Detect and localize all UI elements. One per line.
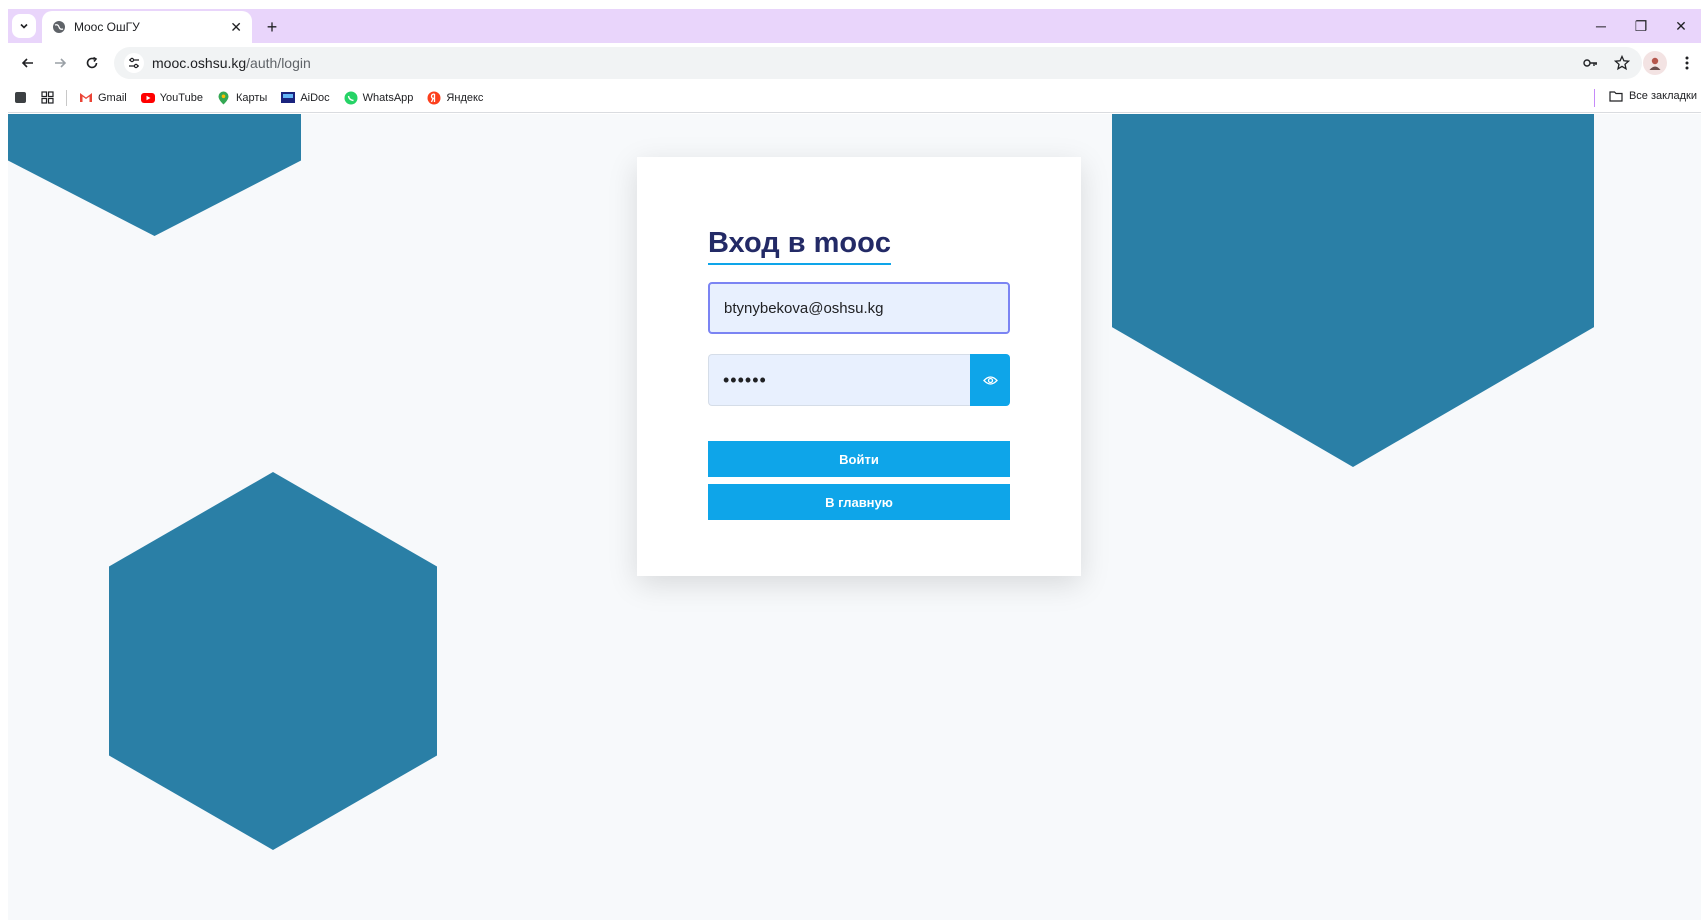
close-window-button[interactable]: ✕	[1661, 9, 1701, 43]
gmail-icon	[79, 91, 93, 105]
all-bookmarks-label: Все закладки	[1628, 90, 1697, 102]
address-bar[interactable]: mooc.oshsu.kg/auth/login	[114, 47, 1642, 79]
chevron-down-icon	[20, 23, 28, 29]
hexagon-decoration-right	[1112, 114, 1594, 467]
reload-button[interactable]	[80, 51, 104, 75]
bookmark-label: AiDoc	[300, 91, 330, 104]
whatsapp-icon	[344, 91, 358, 105]
tab-search-button[interactable]	[12, 14, 36, 38]
login-title: Вход в mooc	[708, 227, 891, 265]
url-host: mooc.oshsu.kg	[152, 55, 247, 71]
minimize-button[interactable]: ─	[1581, 9, 1621, 43]
bookmarks-bar: Gmail YouTube Карты AiDoc WhatsApp Яндек…	[8, 83, 1701, 113]
aidoc-icon	[281, 91, 296, 105]
password-key-icon[interactable]	[1580, 53, 1600, 73]
arrow-right-icon	[55, 58, 67, 68]
password-field	[708, 354, 1010, 406]
bookmark-youtube[interactable]: YouTube	[140, 91, 203, 105]
browser-menu-button[interactable]	[1677, 51, 1697, 75]
maps-icon	[217, 91, 231, 105]
yandex-icon	[427, 91, 441, 105]
toggle-password-visibility-button[interactable]	[970, 354, 1010, 406]
bookmark-maps[interactable]: Карты	[217, 91, 267, 105]
eye-icon	[982, 375, 998, 385]
password-input[interactable]	[708, 354, 970, 406]
avatar-icon	[1649, 57, 1661, 70]
tab-title: Mooc ОшГУ	[74, 20, 140, 34]
forward-button[interactable]	[48, 51, 72, 75]
bookmark-label: Карты	[235, 91, 268, 104]
hexagon-decoration-bottom-left	[109, 472, 437, 850]
bookmark-label: Яндекс	[446, 91, 484, 104]
login-card: Вход в mooc Войти В главную	[637, 157, 1081, 576]
site-info-button[interactable]	[124, 53, 144, 73]
all-bookmarks-divider	[1594, 89, 1595, 107]
square-icon	[15, 92, 26, 103]
bookmark-label: WhatsApp	[362, 91, 414, 104]
new-tab-button[interactable]: +	[260, 15, 284, 39]
bookmark-label: Gmail	[98, 91, 127, 104]
bookmarks-divider	[66, 89, 67, 106]
page-content: Вход в mooc Войти В главную	[8, 114, 1701, 920]
folder-icon	[1609, 91, 1623, 102]
apps-grid-icon	[41, 91, 54, 104]
bookmark-whatsapp[interactable]: WhatsApp	[344, 91, 414, 105]
browser-toolbar: mooc.oshsu.kg/auth/login	[8, 43, 1701, 83]
tab-strip: Mooc ОшГУ ✕ + ─ ❐ ✕	[8, 9, 1701, 43]
restore-button[interactable]: ❐	[1621, 9, 1661, 43]
back-button[interactable]	[16, 51, 40, 75]
profile-avatar[interactable]	[1643, 51, 1667, 75]
more-vert-icon	[1685, 56, 1689, 70]
home-button[interactable]: В главную	[708, 484, 1010, 520]
url-path: /auth/login	[246, 55, 311, 71]
tab-close-icon[interactable]: ✕	[230, 19, 242, 36]
url-text: mooc.oshsu.kg/auth/login	[152, 55, 311, 71]
bookmark-star-icon[interactable]	[1612, 53, 1632, 73]
bookmark-label: YouTube	[159, 91, 203, 104]
active-tab[interactable]: Mooc ОшГУ ✕	[42, 11, 252, 43]
apps-button[interactable]	[41, 91, 54, 104]
email-input[interactable]	[708, 282, 1010, 334]
all-bookmarks-button[interactable]: Все закладки	[1609, 90, 1697, 102]
bookmark-aidoc[interactable]: AiDoc	[281, 91, 330, 105]
tune-icon	[129, 57, 139, 69]
login-button[interactable]: Войти	[708, 441, 1010, 477]
bookmark-square[interactable]	[14, 91, 27, 104]
reload-icon	[86, 56, 98, 69]
bookmark-yandex[interactable]: Яндекс	[427, 91, 483, 105]
hexagon-decoration-top-left	[8, 114, 301, 236]
globe-icon	[53, 21, 65, 33]
bookmark-gmail[interactable]: Gmail	[79, 91, 127, 105]
youtube-icon	[140, 91, 155, 105]
arrow-left-icon	[21, 58, 33, 68]
